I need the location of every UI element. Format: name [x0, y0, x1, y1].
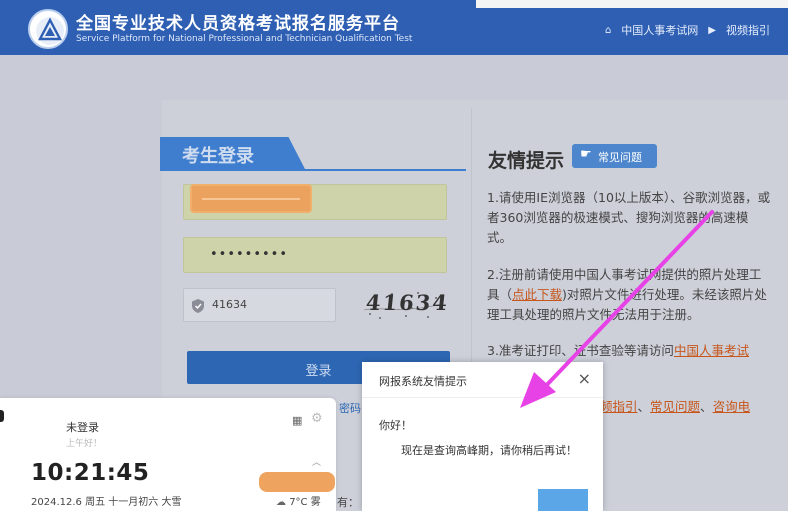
forgot-password-link[interactable]: 密码: [339, 400, 361, 416]
gear-icon[interactable]: ⚙: [311, 411, 323, 426]
hotline-link[interactable]: 咨询电: [713, 399, 751, 414]
dialog-ok-button[interactable]: [538, 489, 588, 511]
tip-photo-tool: 2.注册前请使用中国人事考试网提供的照片处理工具（点此下载)对照片文件进行处理。…: [487, 265, 772, 325]
captcha-value: 41634: [212, 298, 247, 311]
captcha-input[interactable]: 41634: [183, 288, 336, 322]
captcha-image[interactable]: 41634: [362, 288, 450, 322]
chevron-up-icon[interactable]: ︿: [312, 455, 321, 468]
password-value: •••••••••: [210, 247, 289, 262]
site-header: 全国专业技术人员资格考试报名服务平台 Service Platform for …: [0, 0, 788, 55]
username-redaction: [190, 184, 312, 213]
dialog-message: 现在是查询高峰期，请你稍后再试！: [401, 444, 577, 457]
tip-browser: 1.请使用IE浏览器（10以上版本）、谷歌浏览器，或者360浏览器的极速模式、搜…: [487, 190, 771, 245]
site-logo[interactable]: [28, 9, 68, 49]
password-input[interactable]: •••••••••: [183, 237, 447, 273]
faq-button-label: 常见问题: [598, 151, 642, 164]
weather-text: 7°C 雾: [289, 497, 321, 508]
separator: 、: [700, 399, 713, 414]
nav-link-video-guide[interactable]: 视频指引: [726, 22, 770, 38]
login-status[interactable]: 未登录: [66, 419, 99, 435]
site-subtitle: Service Platform for National Profession…: [76, 34, 413, 44]
login-tab-underline: [160, 169, 466, 171]
clock-date: 2024.12.6 周五 十一月初六 大雪: [31, 497, 182, 508]
dialog-divider: [362, 397, 603, 398]
faq-link[interactable]: 常见问题: [650, 399, 700, 414]
tip-admission: 3.准考证打印、证书查验等请访问中国人事考试: [487, 341, 772, 361]
site-title: 全国专业技术人员资格考试报名服务平台: [76, 14, 400, 34]
dialog-greeting: 你好！: [379, 419, 412, 432]
briefcase-icon[interactable]: ▦: [292, 414, 302, 427]
login-tab[interactable]: 考生登录: [160, 137, 306, 171]
widget-greeting: 上午好！: [66, 439, 103, 449]
header-nav: ⌂ 中国人事考试网 ▶ 视频指引: [605, 22, 770, 38]
dialog-title: 网报系统友情提示: [379, 375, 467, 388]
captcha-text: 41634: [364, 290, 451, 315]
close-icon[interactable]: ×: [578, 369, 591, 388]
nav-link-cpta[interactable]: 中国人事考试网: [621, 22, 698, 38]
home-icon: ⌂: [604, 24, 612, 36]
tip-links-row: 频指引、常见问题、咨询电: [600, 396, 750, 415]
widget-edge-handle: [0, 410, 4, 422]
top-strip: [476, 0, 788, 8]
separator: 、: [637, 399, 651, 414]
desktop-clock-widget: 未登录 上午好！ ▦ ⚙ 10:21:45 ︿ 2024.12.6 周五 十一月…: [0, 398, 336, 511]
logo-emblem-icon: [36, 17, 64, 45]
tips-title: 友情提示: [488, 150, 565, 172]
cloud-icon: ☁: [276, 497, 286, 508]
shield-icon: [192, 298, 204, 317]
bottom-partial-text: 有：: [337, 496, 359, 509]
clock-time: 10:21:45: [31, 460, 150, 486]
photo-tool-download-link[interactable]: 点此下载: [512, 287, 562, 302]
cpta-link[interactable]: 中国人事考试: [674, 343, 749, 358]
faq-button[interactable]: ☛ 常见问题: [572, 144, 657, 168]
pointing-hand-icon: ☛: [580, 147, 592, 162]
weather-readout: ☁ 7°C 雾: [276, 493, 321, 508]
play-circle-icon: ▶: [708, 24, 716, 36]
widget-redaction: [259, 472, 335, 492]
notice-dialog: 网报系统友情提示 × 你好！ 现在是查询高峰期，请你稍后再试！: [362, 362, 603, 511]
tip-admission-pre: 3.准考证打印、证书查验等请访问: [487, 343, 674, 358]
video-guide-link[interactable]: 频指引: [600, 399, 638, 414]
